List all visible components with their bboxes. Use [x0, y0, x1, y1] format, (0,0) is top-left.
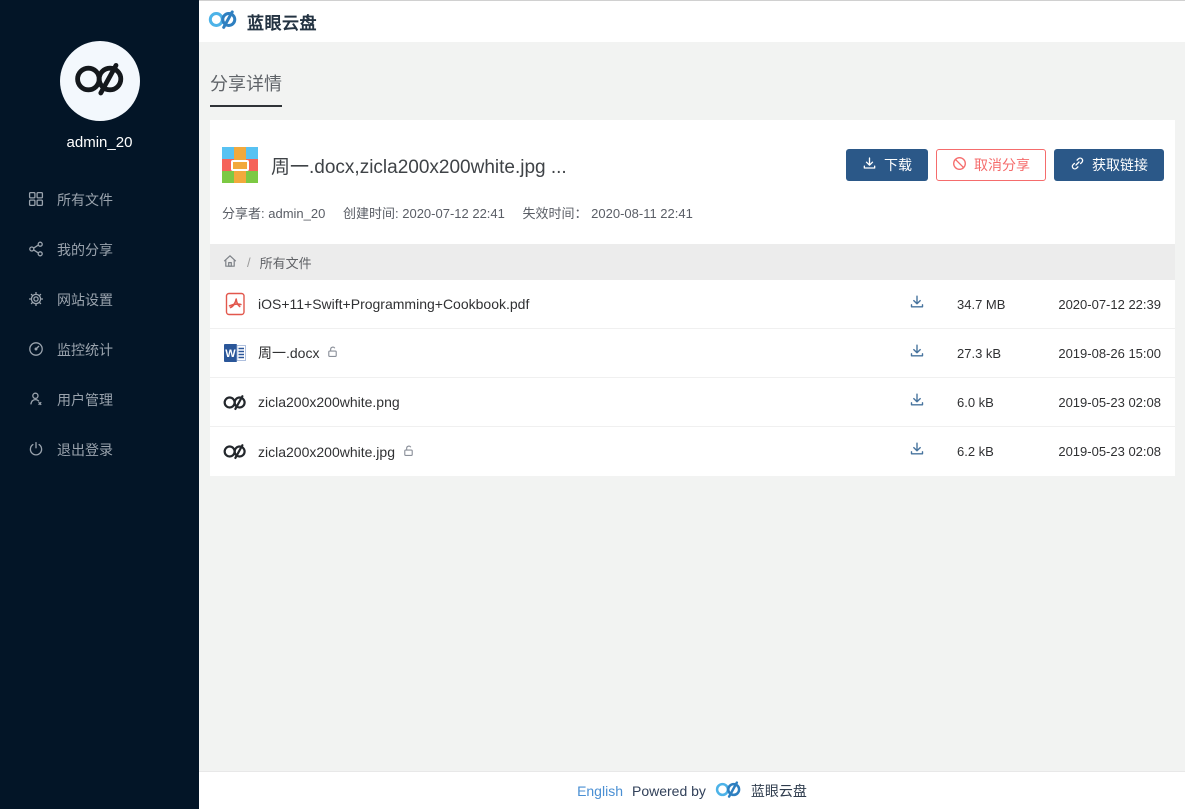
sidebar-item-label: 用户管理: [57, 390, 113, 410]
sidebar: admin_20 所有文件: [0, 0, 199, 809]
sidebar-item-label: 所有文件: [57, 190, 113, 210]
file-date: 2019-05-23 02:08: [1049, 444, 1161, 459]
app-window: admin_20 所有文件: [0, 0, 1185, 809]
file-size: 6.0 kB: [957, 395, 1049, 410]
file-row-pdf[interactable]: iOS+11+Swift+Programming+Cookbook.pdf 34…: [210, 280, 1175, 329]
footer-brand-link[interactable]: 蓝眼云盘: [751, 781, 807, 801]
row-download-icon[interactable]: [909, 294, 957, 315]
file-name[interactable]: 周一.docx: [258, 343, 909, 363]
image-infinity-icon: [222, 443, 248, 460]
image-infinity-icon: [222, 394, 248, 411]
prohibition-icon: [952, 156, 967, 174]
row-download-icon[interactable]: [909, 343, 957, 364]
app-title[interactable]: 蓝眼云盘: [247, 9, 317, 34]
zip-archive-icon: [222, 147, 258, 183]
share-actions: 下载 取消分享: [846, 149, 1164, 181]
file-row-docx[interactable]: W 周一.docx: [210, 329, 1175, 378]
powered-by-text: Powered by: [632, 783, 706, 799]
download-button[interactable]: 下载: [846, 149, 928, 181]
share-icon: [28, 241, 44, 260]
sidebar-item-label: 监控统计: [57, 340, 113, 360]
power-icon: [28, 441, 44, 460]
created-value: 2020-07-12 22:41: [402, 206, 505, 221]
sidebar-item-user-management[interactable]: 用户管理: [0, 375, 199, 425]
footer: English Powered by 蓝眼云盘: [199, 771, 1185, 809]
sidebar-item-label: 网站设置: [57, 290, 113, 310]
sidebar-username: admin_20: [0, 134, 199, 151]
home-icon[interactable]: [222, 253, 238, 272]
file-name[interactable]: iOS+11+Swift+Programming+Cookbook.pdf: [258, 296, 909, 312]
file-list: iOS+11+Swift+Programming+Cookbook.pdf 34…: [210, 280, 1175, 476]
brand-infinity-icon: [74, 61, 126, 102]
file-size: 27.3 kB: [957, 346, 1049, 361]
share-meta: 分享者: admin_20 创建时间: 2020-07-12 22:41 失效时…: [210, 193, 1175, 244]
language-link[interactable]: English: [577, 783, 623, 799]
sidebar-item-my-shares[interactable]: 我的分享: [0, 225, 199, 275]
grid-icon: [28, 191, 44, 210]
top-header: 蓝眼云盘: [199, 0, 1185, 42]
gear-icon: [28, 291, 44, 310]
file-date: 2020-07-12 22:39: [1049, 297, 1161, 312]
sharer-label: 分享者:: [222, 206, 265, 221]
file-size: 34.7 MB: [957, 297, 1049, 312]
file-name[interactable]: zicla200x200white.jpg: [258, 444, 909, 460]
link-icon: [1070, 156, 1085, 174]
sidebar-item-site-settings[interactable]: 网站设置: [0, 275, 199, 325]
file-row-jpg[interactable]: zicla200x200white.jpg: [210, 427, 1175, 476]
footer-infinity-icon: [715, 780, 742, 802]
created-label: 创建时间:: [343, 206, 399, 221]
file-date: 2019-08-26 15:00: [1049, 346, 1161, 361]
sidebar-item-logout[interactable]: 退出登录: [0, 425, 199, 475]
file-row-png[interactable]: zicla200x200white.png 6.0 kB 2019-05-23 …: [210, 378, 1175, 427]
file-name[interactable]: zicla200x200white.png: [258, 394, 909, 410]
file-date: 2019-05-23 02:08: [1049, 395, 1161, 410]
main-area: 蓝眼云盘 分享详情 周一.docx,zicla200x200white.jpg …: [199, 0, 1185, 809]
gauge-icon: [28, 341, 44, 360]
unlock-icon: [326, 345, 339, 361]
breadcrumb-separator: /: [247, 255, 251, 270]
sidebar-item-label: 退出登录: [57, 440, 113, 460]
svg-text:W: W: [225, 348, 236, 360]
avatar[interactable]: [60, 41, 140, 121]
sidebar-item-monitoring[interactable]: 监控统计: [0, 325, 199, 375]
pdf-file-icon: [222, 292, 248, 316]
share-title: 周一.docx,zicla200x200white.jpg ...: [271, 152, 846, 179]
expire-label: 失效时间：: [523, 206, 588, 221]
breadcrumb: / 所有文件: [210, 244, 1175, 280]
download-icon: [862, 156, 877, 174]
file-size: 6.2 kB: [957, 444, 1049, 459]
share-head: 周一.docx,zicla200x200white.jpg ... 下载: [210, 120, 1175, 193]
breadcrumb-root[interactable]: 所有文件: [260, 253, 312, 272]
row-download-icon[interactable]: [909, 441, 957, 462]
sharer-value: admin_20: [268, 206, 325, 221]
page-title: 分享详情: [210, 70, 282, 107]
get-link-button[interactable]: 获取链接: [1054, 149, 1164, 181]
sidebar-item-label: 我的分享: [57, 240, 113, 260]
content-area: 分享详情 周一.docx,zicla200x200white.jpg ...: [199, 42, 1185, 771]
users-icon: [28, 391, 44, 410]
sidebar-nav: 所有文件 我的分享 网站设置: [0, 175, 199, 475]
word-file-icon: W: [222, 341, 248, 365]
cancel-share-button[interactable]: 取消分享: [936, 149, 1046, 181]
row-download-icon[interactable]: [909, 392, 957, 413]
app-logo-infinity-icon[interactable]: [208, 9, 238, 35]
share-detail-card: 周一.docx,zicla200x200white.jpg ... 下载: [210, 120, 1175, 476]
unlock-icon: [402, 444, 415, 460]
sidebar-item-all-files[interactable]: 所有文件: [0, 175, 199, 225]
expire-value: 2020-08-11 22:41: [591, 206, 693, 221]
